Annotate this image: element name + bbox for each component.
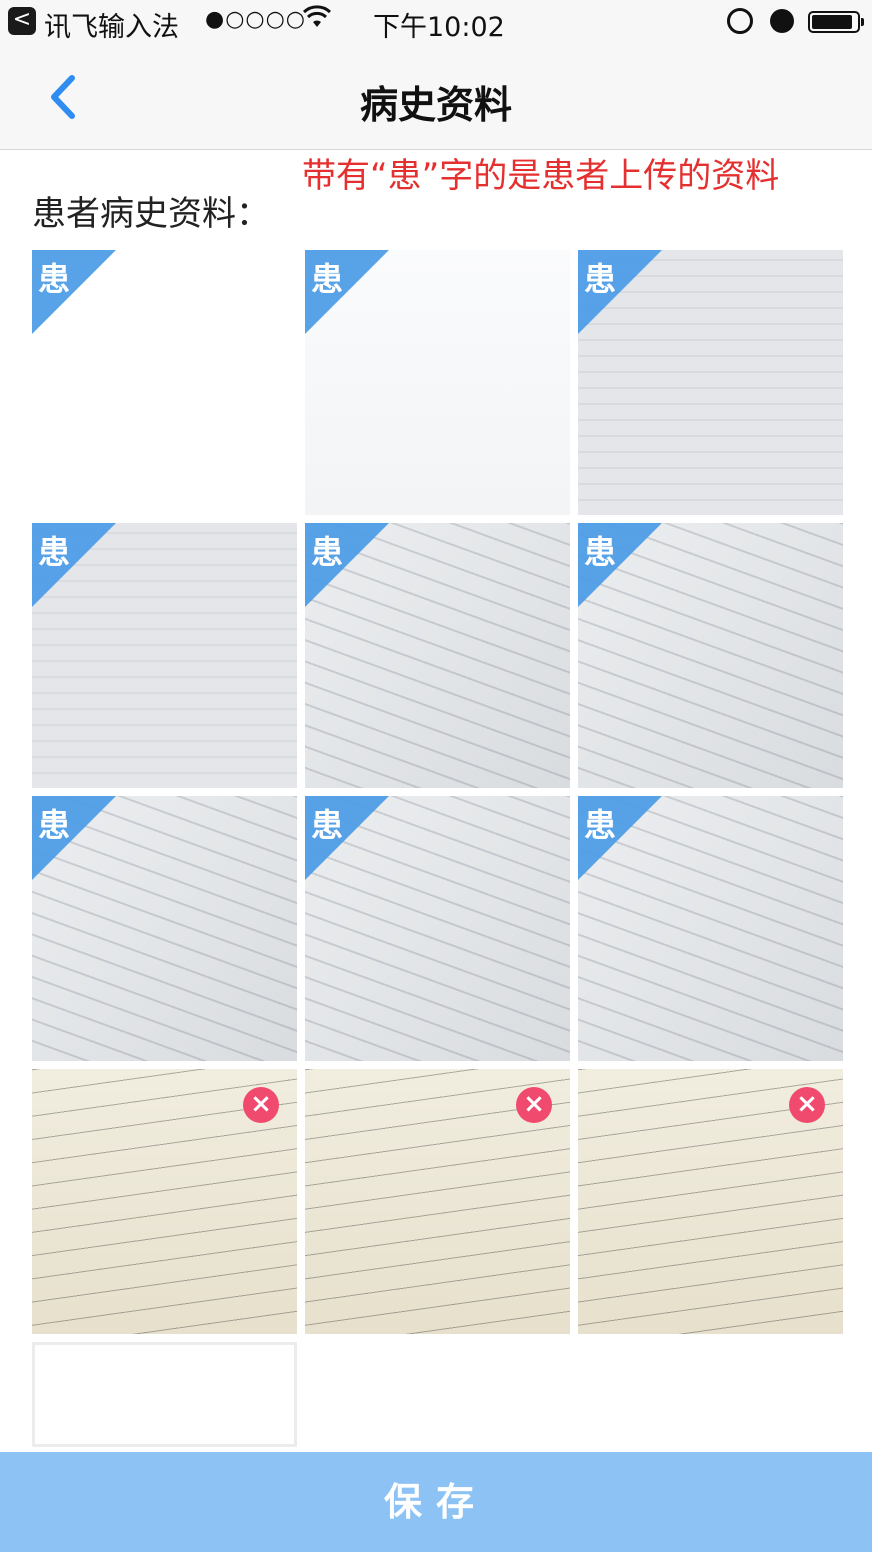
nav-bar: 病史资料 — [0, 44, 872, 150]
patient-badge-label: 患 — [311, 260, 344, 298]
photo-thumbnail[interactable]: 患 — [578, 523, 843, 788]
photo-image — [35, 1345, 294, 1444]
photo-thumbnail[interactable]: 患 — [578, 250, 843, 515]
status-app-name[interactable]: 讯飞输入法 — [44, 5, 179, 44]
photo-thumbnail[interactable]: 患 — [305, 250, 570, 515]
status-bar: < 讯飞输入法 ●○○○○ 下午10:02 — [0, 0, 872, 44]
battery-icon — [808, 11, 864, 33]
page-title: 病史资料 — [359, 83, 512, 127]
rotation-lock-icon — [727, 8, 753, 34]
photo-thumbnail[interactable]: 患 — [305, 523, 570, 788]
delete-photo-icon[interactable]: × — [516, 1087, 552, 1123]
patient-badge-label: 患 — [311, 533, 344, 571]
photo-thumbnail[interactable]: × — [32, 1069, 297, 1334]
uploader-hint: 带有“患”字的是患者上传的资料 — [302, 156, 780, 196]
patient-badge-label: 患 — [584, 806, 617, 844]
photo-thumbnail[interactable]: × — [305, 1069, 570, 1334]
photo-thumbnail[interactable]: × — [578, 1069, 843, 1334]
save-button[interactable]: 保存 — [0, 1452, 872, 1552]
photo-thumbnail[interactable]: 患 — [32, 250, 297, 515]
patient-badge-label: 患 — [38, 533, 71, 571]
photo-thumbnail[interactable]: 患 — [32, 523, 297, 788]
alarm-icon — [770, 9, 794, 33]
patient-badge-label: 患 — [311, 806, 344, 844]
status-time: 下午10:02 — [373, 12, 505, 43]
delete-photo-icon[interactable]: × — [243, 1087, 279, 1123]
delete-photo-icon[interactable]: × — [789, 1087, 825, 1123]
add-photo-tile[interactable] — [32, 1342, 297, 1447]
patient-badge-label: 患 — [38, 806, 71, 844]
patient-badge-label: 患 — [38, 260, 71, 298]
wifi-icon — [302, 5, 332, 35]
patient-badge-label: 患 — [584, 533, 617, 571]
section-title: 患者病史资料： — [32, 194, 270, 234]
photo-thumbnail[interactable]: 患 — [32, 796, 297, 1061]
signal-icon: ●○○○○ — [205, 7, 306, 32]
photo-thumbnail[interactable]: 患 — [578, 796, 843, 1061]
back-to-app-icon[interactable]: < — [8, 7, 36, 35]
photo-thumbnail[interactable]: 患 — [305, 796, 570, 1061]
patient-badge-label: 患 — [584, 260, 617, 298]
